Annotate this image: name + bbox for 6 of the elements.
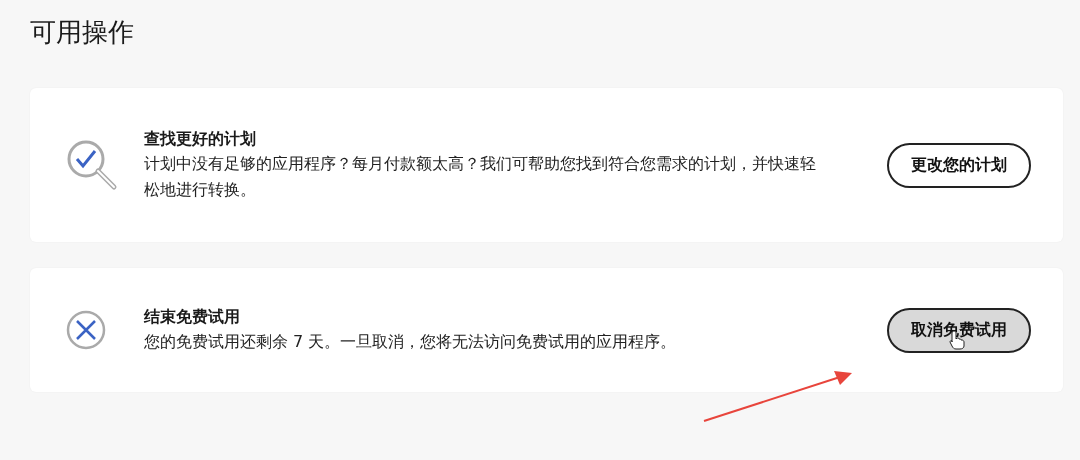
action-description: 计划中没有足够的应用程序？每月付款额太高？我们可帮助您找到符合您需求的计划，并快速轻松地进行转换。 bbox=[144, 153, 816, 201]
action-title: 查找更好的计划 bbox=[144, 128, 257, 150]
action-title: 结束免费试用 bbox=[144, 306, 241, 328]
action-button[interactable]: 更改您的计划 bbox=[887, 142, 1031, 188]
page-title: 可用操作 bbox=[30, 16, 135, 49]
action-description: 您的免费试用还剩余 7 天。一旦取消，您将无法访问免费试用的应用程序。 bbox=[144, 331, 678, 353]
